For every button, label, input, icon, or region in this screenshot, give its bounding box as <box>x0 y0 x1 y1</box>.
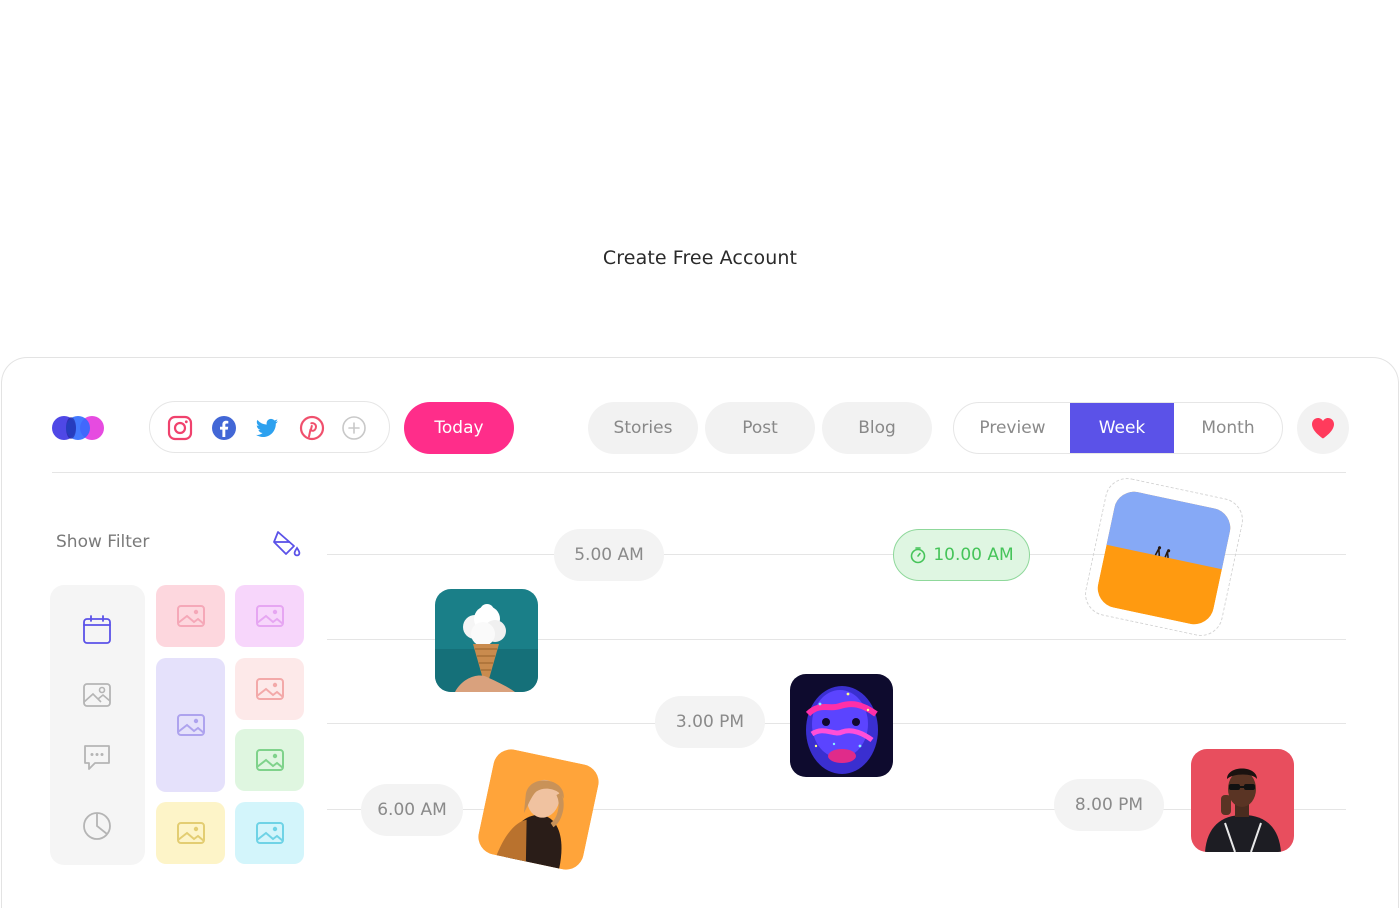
social-network-selector <box>149 401 390 453</box>
pie-chart-icon[interactable] <box>81 810 113 842</box>
post-thumbnail-ice-cream[interactable] <box>435 589 538 692</box>
image-icon <box>176 822 205 844</box>
toolbar-divider <box>52 472 1346 473</box>
view-switcher: Preview Week Month <box>953 402 1283 454</box>
time-slot[interactable]: 3.00 PM <box>655 696 765 748</box>
time-slot[interactable]: 5.00 AM <box>554 529 664 581</box>
today-button[interactable]: Today <box>404 402 514 454</box>
calendar-icon[interactable] <box>81 614 113 646</box>
image-icon <box>255 678 284 700</box>
paint-bucket-icon[interactable] <box>270 528 302 560</box>
image-icon <box>176 605 205 627</box>
filter-tile-yellow[interactable] <box>156 802 225 864</box>
add-icon[interactable] <box>341 415 367 441</box>
time-slot-label: 10.00 AM <box>933 545 1014 565</box>
timer-icon <box>911 547 926 564</box>
post-thumbnail-woman[interactable] <box>475 746 602 873</box>
app-logo <box>52 416 104 440</box>
facebook-icon[interactable] <box>211 415 237 441</box>
heart-icon <box>1312 418 1334 439</box>
week-view-button[interactable]: Week <box>1070 403 1174 453</box>
chat-icon[interactable] <box>81 741 113 773</box>
post-thumbnail-portrait[interactable] <box>1191 749 1294 852</box>
filter-tile-magenta[interactable] <box>235 585 304 647</box>
filter-tile-lavender[interactable] <box>156 658 225 792</box>
favorite-button[interactable] <box>1297 402 1349 454</box>
time-slot[interactable]: 8.00 PM <box>1054 779 1164 831</box>
filter-tile-pink[interactable] <box>156 585 225 647</box>
twitter-icon[interactable] <box>254 415 280 441</box>
show-filter-label: Show Filter <box>56 532 150 552</box>
time-slot[interactable]: 6.00 AM <box>361 784 463 836</box>
filter-tile-cyan[interactable] <box>235 802 304 864</box>
image-icon <box>255 822 284 844</box>
preview-view-button[interactable]: Preview <box>954 403 1071 453</box>
create-free-account-link[interactable]: Create Free Account <box>0 247 1400 269</box>
pinterest-icon[interactable] <box>299 415 325 441</box>
image-icon[interactable] <box>81 679 113 711</box>
time-slot-active[interactable]: 10.00 AM <box>893 529 1030 581</box>
image-icon <box>176 714 205 736</box>
filter-tile-green[interactable] <box>235 729 304 791</box>
stories-filter-button[interactable]: Stories <box>588 402 698 454</box>
post-thumbnail-neon-face[interactable] <box>790 674 893 777</box>
post-filter-button[interactable]: Post <box>705 402 815 454</box>
image-icon <box>255 605 284 627</box>
post-thumbnail-desert[interactable] <box>1094 488 1234 628</box>
category-icon-column <box>50 585 145 865</box>
blog-filter-button[interactable]: Blog <box>822 402 932 454</box>
instagram-icon[interactable] <box>167 415 193 441</box>
image-icon <box>255 749 284 771</box>
filter-tile-rose[interactable] <box>235 658 304 720</box>
month-view-button[interactable]: Month <box>1174 403 1282 453</box>
